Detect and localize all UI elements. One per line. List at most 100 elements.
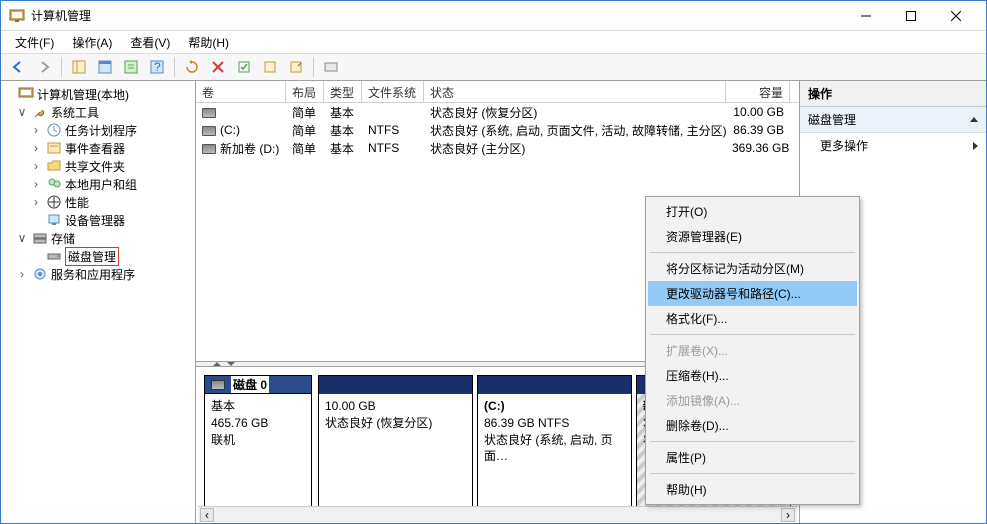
list-view-button[interactable] (259, 56, 281, 78)
disk-icon (46, 248, 62, 264)
horizontal-scrollbar[interactable]: ‹ › (198, 506, 797, 522)
expander-icon[interactable]: ∨ (15, 231, 29, 245)
computer-icon (18, 86, 34, 102)
disk-type: 基本 (211, 398, 305, 415)
services-icon (32, 266, 48, 282)
partition-box[interactable]: (C:) 86.39 GB NTFS 状态良好 (系统, 启动, 页面… (477, 375, 632, 515)
col-volume[interactable]: 卷 (196, 81, 286, 102)
disk-icon (211, 380, 225, 390)
forward-button[interactable] (33, 56, 55, 78)
settings-view-button[interactable] (233, 56, 255, 78)
ctx-delete-volume[interactable]: 删除卷(D)... (648, 413, 857, 438)
scroll-right-icon[interactable]: › (781, 508, 795, 522)
ctx-help[interactable]: 帮助(H) (648, 477, 857, 502)
minimize-button[interactable] (843, 2, 888, 30)
menu-action[interactable]: 操作(A) (64, 32, 120, 53)
partition-name: (C:) (484, 398, 625, 415)
actions-more[interactable]: 更多操作 (800, 133, 986, 158)
ctx-change-drive-letter[interactable]: 更改驱动器号和路径(C)... (648, 281, 857, 306)
ctx-explorer[interactable]: 资源管理器(E) (648, 224, 857, 249)
delete-button[interactable] (207, 56, 229, 78)
event-icon (46, 140, 62, 156)
expander-icon[interactable]: › (29, 177, 43, 191)
tree-performance[interactable]: ›性能 (1, 193, 195, 211)
partition-status: 状态良好 (恢复分区) (325, 415, 466, 432)
tree-device-manager[interactable]: ›设备管理器 (1, 211, 195, 229)
volume-icon (202, 126, 216, 136)
col-layout[interactable]: 布局 (286, 81, 324, 102)
detail-view-button[interactable] (285, 56, 307, 78)
ctx-shrink[interactable]: 压缩卷(H)... (648, 363, 857, 388)
users-icon (46, 176, 62, 192)
maximize-button[interactable] (888, 2, 933, 30)
expander-icon[interactable]: › (29, 141, 43, 155)
partition-status: 状态良好 (系统, 启动, 页面… (484, 432, 625, 466)
partition-box[interactable]: 10.00 GB 状态良好 (恢复分区) (318, 375, 473, 515)
disk-info-box[interactable]: 磁盘 0 基本 465.76 GB 联机 (204, 375, 312, 515)
storage-icon (32, 230, 48, 246)
extra-view-button[interactable] (320, 56, 342, 78)
show-hide-tree-button[interactable] (68, 56, 90, 78)
shared-folder-icon (46, 158, 62, 174)
menu-help[interactable]: 帮助(H) (180, 32, 237, 53)
svg-text:?: ? (154, 60, 161, 74)
collapse-icon (970, 117, 978, 122)
volume-icon (202, 144, 216, 154)
expander-icon[interactable]: › (15, 267, 29, 281)
ctx-format[interactable]: 格式化(F)... (648, 306, 857, 331)
volume-row[interactable]: (C:) 简单 基本 NTFS 状态良好 (系统, 启动, 页面文件, 活动, … (196, 121, 799, 139)
col-status[interactable]: 状态 (424, 81, 726, 102)
tree-storage[interactable]: ∨ 存储 (1, 229, 195, 247)
tree-event-viewer[interactable]: ›事件查看器 (1, 139, 195, 157)
close-button[interactable] (933, 2, 978, 30)
menu-file[interactable]: 文件(F) (7, 32, 62, 53)
help-button[interactable]: ? (146, 56, 168, 78)
device-icon (46, 212, 62, 228)
tree-shared-folders[interactable]: ›共享文件夹 (1, 157, 195, 175)
expander-icon[interactable]: › (29, 123, 43, 137)
ctx-open[interactable]: 打开(O) (648, 199, 857, 224)
partition-size: 86.39 GB NTFS (484, 415, 625, 432)
clock-icon (46, 122, 62, 138)
col-filesystem[interactable]: 文件系统 (362, 81, 424, 102)
tree-pane[interactable]: ∨ 计算机管理(本地) ∨ 系统工具 ›任务计划程序 ›事件查看器 (1, 81, 196, 523)
tree-task-scheduler[interactable]: ›任务计划程序 (1, 121, 195, 139)
tree-local-users[interactable]: ›本地用户和组 (1, 175, 195, 193)
titlebar: 计算机管理 (1, 1, 986, 31)
tree-root[interactable]: ∨ 计算机管理(本地) (1, 85, 195, 103)
volume-row[interactable]: 新加卷 (D:) 简单 基本 NTFS 状态良好 (主分区) 369.36 GB (196, 139, 799, 157)
ctx-extend: 扩展卷(X)... (648, 338, 857, 363)
menubar: 文件(F) 操作(A) 查看(V) 帮助(H) (1, 31, 986, 53)
tree-disk-management[interactable]: ›磁盘管理 (1, 247, 195, 265)
col-type[interactable]: 类型 (324, 81, 362, 102)
col-capacity[interactable]: 容量 (726, 81, 790, 102)
context-menu: 打开(O) 资源管理器(E) 将分区标记为活动分区(M) 更改驱动器号和路径(C… (645, 196, 860, 505)
actions-section[interactable]: 磁盘管理 (800, 107, 986, 133)
expander-icon[interactable]: ∨ (15, 105, 29, 119)
refresh-button[interactable] (181, 56, 203, 78)
app-icon (9, 8, 25, 24)
export-list-button[interactable] (120, 56, 142, 78)
back-button[interactable] (7, 56, 29, 78)
toolbar: ? (1, 53, 986, 81)
expander-icon[interactable]: › (29, 159, 43, 173)
scroll-left-icon[interactable]: ‹ (200, 508, 214, 522)
disk-size: 465.76 GB (211, 415, 305, 432)
volume-row[interactable]: 简单 基本 状态良好 (恢复分区) 10.00 GB (196, 103, 799, 121)
window-title: 计算机管理 (31, 7, 843, 24)
volume-icon (202, 108, 216, 118)
chevron-right-icon (973, 142, 978, 150)
disk-state: 联机 (211, 432, 305, 449)
tree-services-apps[interactable]: › 服务和应用程序 (1, 265, 195, 283)
volumes-header: 卷 布局 类型 文件系统 状态 容量 (196, 81, 799, 103)
properties-button[interactable] (94, 56, 116, 78)
tools-icon (32, 104, 48, 120)
expander-icon[interactable]: › (29, 195, 43, 209)
actions-header: 操作 (800, 81, 986, 107)
partition-size: 10.00 GB (325, 398, 466, 415)
tree-system-tools[interactable]: ∨ 系统工具 (1, 103, 195, 121)
menu-view[interactable]: 查看(V) (122, 32, 178, 53)
ctx-mark-active[interactable]: 将分区标记为活动分区(M) (648, 256, 857, 281)
ctx-properties[interactable]: 属性(P) (648, 445, 857, 470)
disk-label: 磁盘 0 (231, 376, 269, 393)
